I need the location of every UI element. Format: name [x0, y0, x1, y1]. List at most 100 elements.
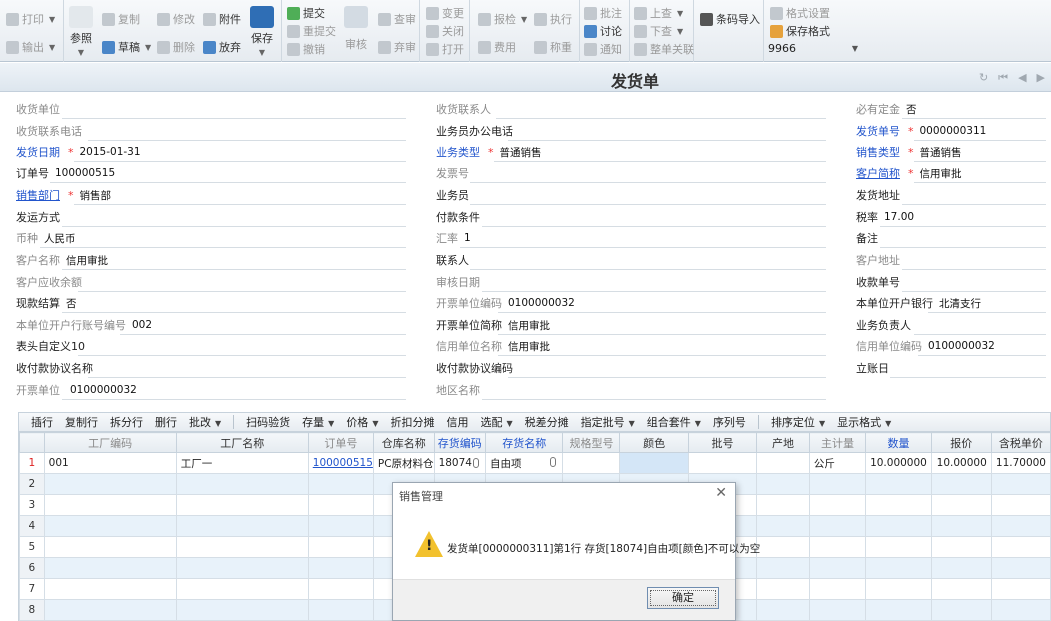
open-button[interactable]: 打开: [426, 40, 464, 58]
discount-allocate-button[interactable]: 折扣分摊: [390, 414, 434, 430]
export-button[interactable]: 输出 ▼: [6, 38, 55, 56]
field-tax-rate[interactable]: 税率 17.00: [856, 207, 1046, 227]
cell-warehouse[interactable]: PC原材料仓: [372, 452, 435, 474]
stock-button[interactable]: 存量 ▼: [302, 414, 334, 430]
field-receivable-balance[interactable]: 客户应收余额: [16, 272, 406, 292]
combo-kit-button[interactable]: 组合套件 ▼: [647, 414, 701, 430]
field-collection-no[interactable]: 收款单号: [856, 272, 1046, 292]
cell-uom[interactable]: 公斤: [808, 452, 867, 474]
save-button[interactable]: 保存 ▼: [250, 6, 274, 57]
col-factory-code[interactable]: 工厂编码: [43, 432, 177, 453]
cell-factory-name[interactable]: 工厂一: [175, 452, 309, 474]
report-inspection-button[interactable]: 报检 ▼: [478, 10, 527, 28]
paperclip-icon[interactable]: [550, 456, 557, 467]
field-customer-name[interactable]: 客户名称 信用审批: [16, 250, 406, 270]
field-bank-account[interactable]: 本单位开户行账号编号 002: [16, 315, 406, 335]
weigh-button[interactable]: 称重: [534, 38, 572, 56]
submit-button[interactable]: 提交: [287, 4, 325, 22]
field-collect-agreement-code[interactable]: 收付款协议编码: [436, 358, 826, 378]
col-color[interactable]: 颜色: [619, 432, 689, 453]
scan-verify-button[interactable]: 扫码验货: [246, 414, 290, 430]
col-quote[interactable]: 报价: [930, 432, 992, 453]
field-account-date[interactable]: 立账日: [856, 358, 1046, 378]
col-qty[interactable]: 数量: [865, 432, 932, 453]
field-ship-address[interactable]: 发货地址: [856, 185, 1046, 205]
assign-batch-button[interactable]: 指定批号 ▼: [581, 414, 635, 430]
sort-locate-button[interactable]: 排序定位 ▼: [771, 414, 825, 430]
field-payment-terms[interactable]: 付款条件: [436, 207, 826, 227]
field-customer-address[interactable]: 客户地址: [856, 250, 1046, 270]
cell-origin[interactable]: [756, 452, 810, 474]
cell-color[interactable]: [619, 452, 689, 474]
field-credit-unit-name[interactable]: 信用单位名称 信用审批: [436, 336, 826, 356]
cell-quote[interactable]: 10.00000: [930, 452, 992, 474]
field-bank[interactable]: 本单位开户银行 北清支行: [856, 293, 1046, 313]
change-button[interactable]: 变更: [426, 4, 464, 22]
field-order-no[interactable]: 订单号 100000515: [16, 163, 406, 183]
cell-spec[interactable]: [562, 452, 621, 474]
field-region-name[interactable]: 地区名称: [436, 380, 826, 400]
delete-row-button[interactable]: 删行: [155, 414, 177, 430]
print-button[interactable]: 打印 ▼: [6, 10, 55, 28]
field-credit-unit-code[interactable]: 信用单位编码 0100000032: [856, 336, 1046, 356]
reference-button[interactable]: 参照 ▼: [69, 6, 93, 57]
col-order-no[interactable]: 订单号: [307, 432, 374, 453]
revoke-button[interactable]: 撤销: [287, 40, 325, 58]
resubmit-button[interactable]: 重提交: [287, 22, 336, 40]
field-sales-type[interactable]: 销售类型 * 普通销售: [856, 142, 1046, 162]
next-lookup-button[interactable]: 下查 ▼: [634, 22, 683, 40]
col-inv-name[interactable]: 存货名称: [485, 432, 564, 453]
split-row-button[interactable]: 拆分行: [110, 414, 143, 430]
field-biz-manager[interactable]: 业务负责人: [856, 315, 1046, 335]
first-record-icon[interactable]: ⏮: [998, 71, 1008, 85]
field-currency[interactable]: 币种 人民币: [16, 228, 406, 248]
field-audit-date[interactable]: 审核日期: [436, 272, 826, 292]
col-inv-code[interactable]: 存货编码: [433, 432, 487, 453]
cell-inv-code[interactable]: 18074: [433, 452, 487, 474]
cell-tax-price[interactable]: 11.70000: [990, 452, 1051, 474]
whole-assoc-button[interactable]: 整单关联: [634, 40, 694, 58]
field-customer-abbr[interactable]: 客户简称 * 信用审批: [856, 163, 1046, 183]
field-invoice-no[interactable]: 发票号: [436, 163, 826, 183]
col-batch[interactable]: 批号: [687, 432, 758, 453]
field-receive-contact[interactable]: 收货联系人: [436, 99, 826, 119]
paperclip-icon[interactable]: [473, 458, 480, 468]
field-delivery-no[interactable]: 发货单号 * 0000000311: [856, 121, 1046, 141]
credit-button[interactable]: 信用: [446, 414, 468, 430]
col-warehouse[interactable]: 仓库名称: [372, 432, 435, 453]
audit-button[interactable]: 审核: [344, 6, 368, 52]
field-receive-unit[interactable]: 收货单位: [16, 99, 406, 119]
annotate-button[interactable]: 批注: [584, 4, 622, 22]
field-cash-settle[interactable]: 现款结算否: [16, 293, 406, 313]
refresh-icon[interactable]: ↻: [979, 71, 988, 85]
prev-lookup-button[interactable]: 上查 ▼: [634, 4, 683, 22]
field-ship-method[interactable]: 发运方式: [16, 207, 406, 227]
fee-button[interactable]: 费用: [478, 38, 516, 56]
tax-diff-allocate-button[interactable]: 税差分摊: [525, 414, 569, 430]
col-factory-name[interactable]: 工厂名称: [175, 432, 309, 453]
abandon-audit-button[interactable]: 弃审: [378, 38, 416, 56]
cell-factory-code[interactable]: 001: [43, 452, 177, 474]
field-exchange-rate[interactable]: 汇率 1: [436, 228, 826, 248]
price-button[interactable]: 价格 ▼: [346, 414, 378, 430]
notify-button[interactable]: 通知: [584, 40, 622, 58]
configure-button[interactable]: 选配 ▼: [480, 414, 512, 430]
format-select[interactable]: 9966 ▼: [768, 40, 862, 56]
modify-button[interactable]: 修改: [157, 10, 195, 28]
copy-row-button[interactable]: 复制行: [65, 414, 98, 430]
field-must-deposit[interactable]: 必有定金否: [856, 99, 1046, 119]
save-format-button[interactable]: 保存格式: [770, 22, 830, 40]
field-invoice-unit-code[interactable]: 开票单位编码 0100000032: [436, 293, 826, 313]
close-button[interactable]: 关闭: [426, 22, 464, 40]
field-invoice-unit-abbr[interactable]: 开票单位简称 信用审批: [436, 315, 826, 335]
col-tax-price[interactable]: 含税单价: [990, 432, 1051, 453]
abandon-button[interactable]: 放弃: [203, 38, 241, 56]
col-uom[interactable]: 主计量: [808, 432, 867, 453]
order-no-link[interactable]: 100000515: [313, 457, 373, 469]
field-contact[interactable]: 联系人: [436, 250, 826, 270]
close-icon[interactable]: ✕: [715, 485, 727, 501]
field-remark[interactable]: 备注: [856, 228, 1046, 248]
next-record-icon[interactable]: ▶: [1037, 71, 1045, 85]
delete-button[interactable]: 删除: [157, 38, 195, 56]
field-biz-type[interactable]: 业务类型 * 普通销售: [436, 142, 826, 162]
